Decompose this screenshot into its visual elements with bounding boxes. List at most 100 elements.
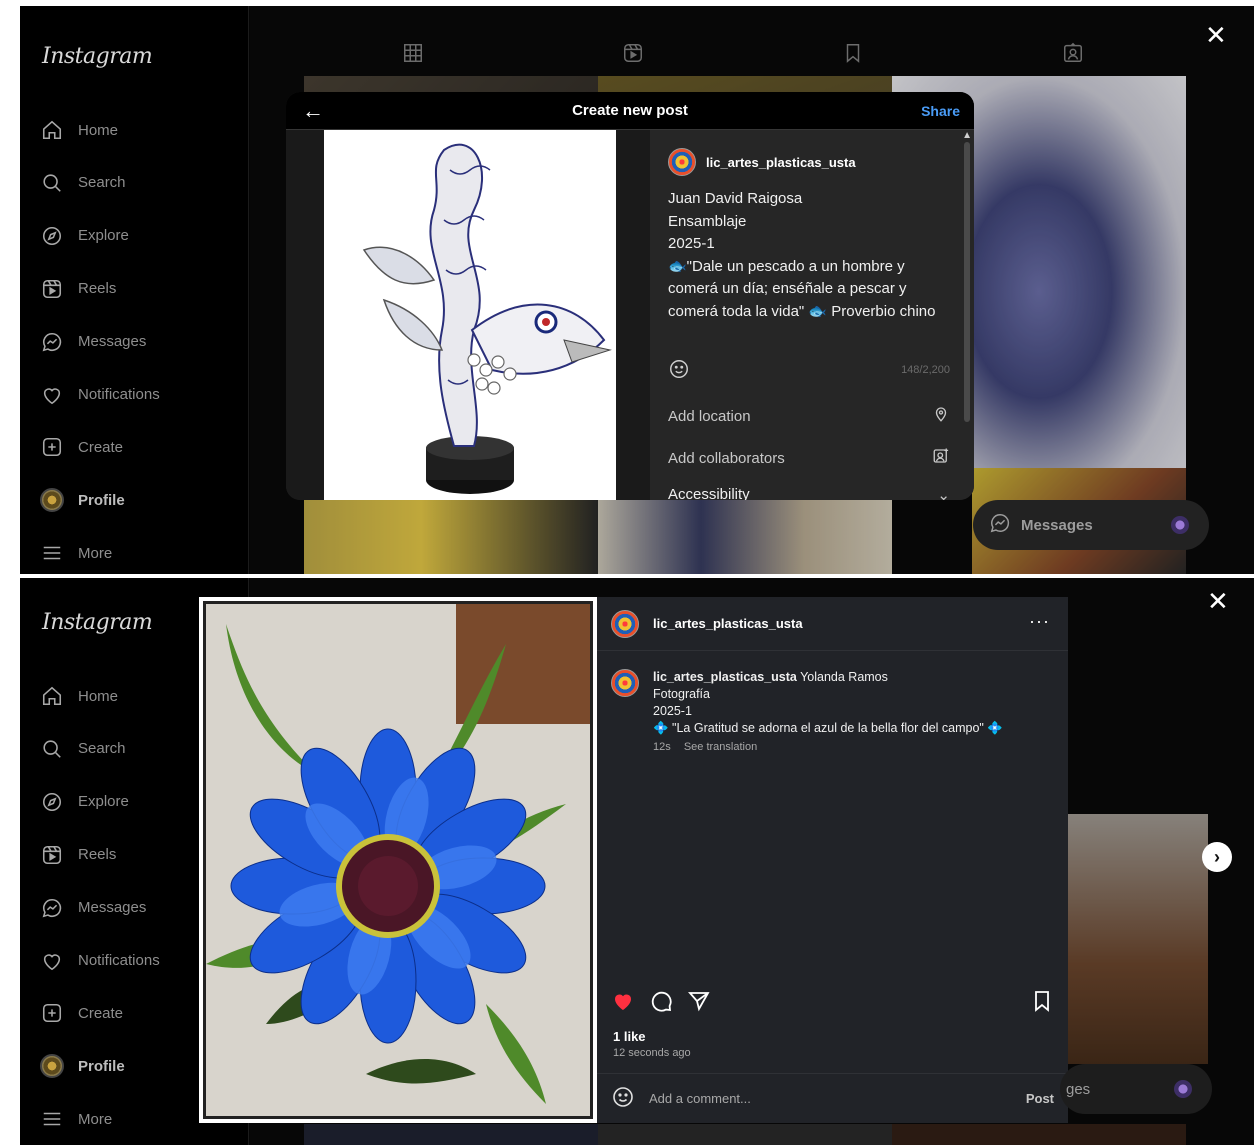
sidebar-item-notifications[interactable]: Notifications xyxy=(40,945,160,977)
close-icon[interactable]: ✕ xyxy=(1207,588,1229,614)
avatar[interactable] xyxy=(611,609,639,638)
grid-tile[interactable] xyxy=(304,1124,598,1145)
reels-icon[interactable] xyxy=(622,42,644,69)
screenshot-post-view: Instagram Home Search Explore Reels Messages… xyxy=(20,578,1254,1145)
sidebar-item-create[interactable]: Create xyxy=(40,997,123,1029)
username[interactable]: lic_artes_plasticas_usta xyxy=(653,616,803,631)
sidebar-item-create[interactable]: Create xyxy=(40,431,123,463)
close-icon[interactable]: ✕ xyxy=(1205,22,1227,48)
sidebar-item-label: More xyxy=(78,1110,113,1128)
share-button[interactable]: Share xyxy=(921,103,960,119)
post-caption: lic_artes_plasticas_usta Yolanda Ramos F… xyxy=(611,669,1003,753)
fish-sculpture-image xyxy=(362,143,612,494)
messages-pill[interactable]: ges xyxy=(1060,1064,1212,1114)
explore-icon xyxy=(40,790,64,814)
sidebar-item-label: Notifications xyxy=(78,386,160,403)
sidebar-item-notifications[interactable]: Notifications xyxy=(40,379,160,411)
sidebar-item-search[interactable]: Search xyxy=(40,733,126,765)
sidebar-item-more[interactable]: More xyxy=(40,537,112,569)
sidebar-item-label: Search xyxy=(78,174,126,192)
messages-pill-label: ges xyxy=(1066,1080,1091,1098)
blue-flower-image xyxy=(206,604,590,1116)
tagged-icon[interactable] xyxy=(1062,42,1084,69)
comment-input[interactable]: Add a comment... xyxy=(649,1091,751,1106)
location-pin-icon xyxy=(932,405,950,427)
arrow-left-icon[interactable]: ← xyxy=(302,98,324,124)
caption-input[interactable]: Juan David Raigosa Ensamblaje 2025-1 🐟"D… xyxy=(668,188,958,323)
sidebar-item-messages[interactable]: Messages xyxy=(40,892,146,924)
sidebar-item-label: Create xyxy=(78,438,124,456)
chevron-down-icon: ⌄ xyxy=(937,487,950,500)
caption-text: Yolanda Ramos xyxy=(800,670,888,684)
sidebar-item-reels[interactable]: Reels xyxy=(40,273,116,305)
home-icon xyxy=(40,118,64,142)
share-icon[interactable] xyxy=(687,989,711,1018)
search-icon xyxy=(40,737,64,761)
sidebar-item-explore[interactable]: Explore xyxy=(40,220,129,252)
sidebar-item-home[interactable]: Home xyxy=(40,680,118,712)
caption-username[interactable]: lic_artes_plasticas_usta xyxy=(653,670,797,684)
messages-pill[interactable]: Messages xyxy=(973,500,1209,550)
profile-tabs xyxy=(303,42,1183,69)
add-collaborators-label: Add collaborators xyxy=(668,449,785,467)
post-author: lic_artes_plasticas_usta xyxy=(668,148,856,176)
scroll-up-icon[interactable]: ▲ xyxy=(962,130,972,141)
post-comment-button[interactable]: Post xyxy=(1026,1091,1054,1106)
accessibility-row[interactable]: Accessibility ⌄ xyxy=(668,486,950,500)
next-post-button[interactable]: › xyxy=(1202,842,1232,872)
avatar[interactable] xyxy=(611,669,639,697)
sidebar-item-label: Explore xyxy=(78,793,129,811)
more-options-icon[interactable]: ··· xyxy=(1029,611,1050,632)
add-location-row[interactable]: Add location xyxy=(668,404,950,428)
reels-icon xyxy=(40,277,64,301)
plus-icon xyxy=(40,435,64,459)
avatar xyxy=(1171,516,1189,534)
grid-tile[interactable] xyxy=(598,498,892,574)
grid-icon[interactable] xyxy=(402,42,424,69)
reels-icon xyxy=(40,843,64,867)
grid-tile[interactable] xyxy=(892,1124,1186,1145)
sidebar-item-messages[interactable]: Messages xyxy=(40,326,146,358)
sidebar-item-label: Home xyxy=(78,687,119,705)
see-translation-link[interactable]: See translation xyxy=(684,741,757,753)
caption-first-line: lic_artes_plasticas_usta Yolanda Ramos xyxy=(653,669,1003,686)
screenshot-create-post: Instagram Home Search Explore Reels Messages… xyxy=(20,6,1254,574)
add-collaborators-row[interactable]: Add collaborators xyxy=(668,446,950,470)
grid-tile[interactable] xyxy=(598,1124,892,1145)
emoji-icon[interactable] xyxy=(611,1085,635,1112)
sidebar-item-home[interactable]: Home xyxy=(40,114,118,146)
sidebar-item-label: Search xyxy=(78,740,126,758)
post-image-preview xyxy=(286,130,650,500)
instagram-logo[interactable]: Instagram xyxy=(42,44,153,69)
instagram-logo[interactable]: Instagram xyxy=(42,610,153,635)
emoji-icon[interactable] xyxy=(668,358,690,385)
post-image xyxy=(199,597,597,1123)
avatar xyxy=(40,1054,64,1079)
likes-count[interactable]: 1 like xyxy=(613,1029,646,1044)
heart-icon[interactable] xyxy=(611,989,635,1018)
sidebar-item-profile[interactable]: Profile xyxy=(40,484,125,516)
bookmark-icon[interactable] xyxy=(1030,989,1054,1018)
grid-tile[interactable] xyxy=(1068,814,1208,1064)
sidebar-item-more[interactable]: More xyxy=(40,1103,112,1135)
sidebar-item-profile[interactable]: Profile xyxy=(40,1050,125,1082)
sidebar-item-label: Reels xyxy=(78,280,117,298)
scrollbar[interactable] xyxy=(964,142,970,422)
comment-icon[interactable] xyxy=(649,989,673,1018)
grid-tile[interactable] xyxy=(304,498,598,574)
create-post-title: Create new post xyxy=(572,102,688,119)
sidebar-item-explore[interactable]: Explore xyxy=(40,786,129,818)
caption-meta: 12s See translation xyxy=(653,741,1003,753)
search-icon xyxy=(40,171,64,195)
sidebar-item-label: Reels xyxy=(78,846,117,864)
sidebar-item-reels[interactable]: Reels xyxy=(40,839,116,871)
post-actions xyxy=(611,989,1054,1017)
caption-line: 🐟"Dale un pescado a un hombre y xyxy=(668,257,905,275)
menu-icon xyxy=(40,541,64,565)
bookmark-icon[interactable] xyxy=(842,42,864,69)
create-post-modal: ← Create new post Share ▲ lic_artes_plas… xyxy=(286,92,974,500)
menu-icon xyxy=(40,1107,64,1131)
post-detail-panel: lic_artes_plasticas_usta ··· lic_artes_p… xyxy=(597,597,1068,1123)
caption-line: 2025-1 xyxy=(653,704,692,718)
sidebar-item-search[interactable]: Search xyxy=(40,167,126,199)
